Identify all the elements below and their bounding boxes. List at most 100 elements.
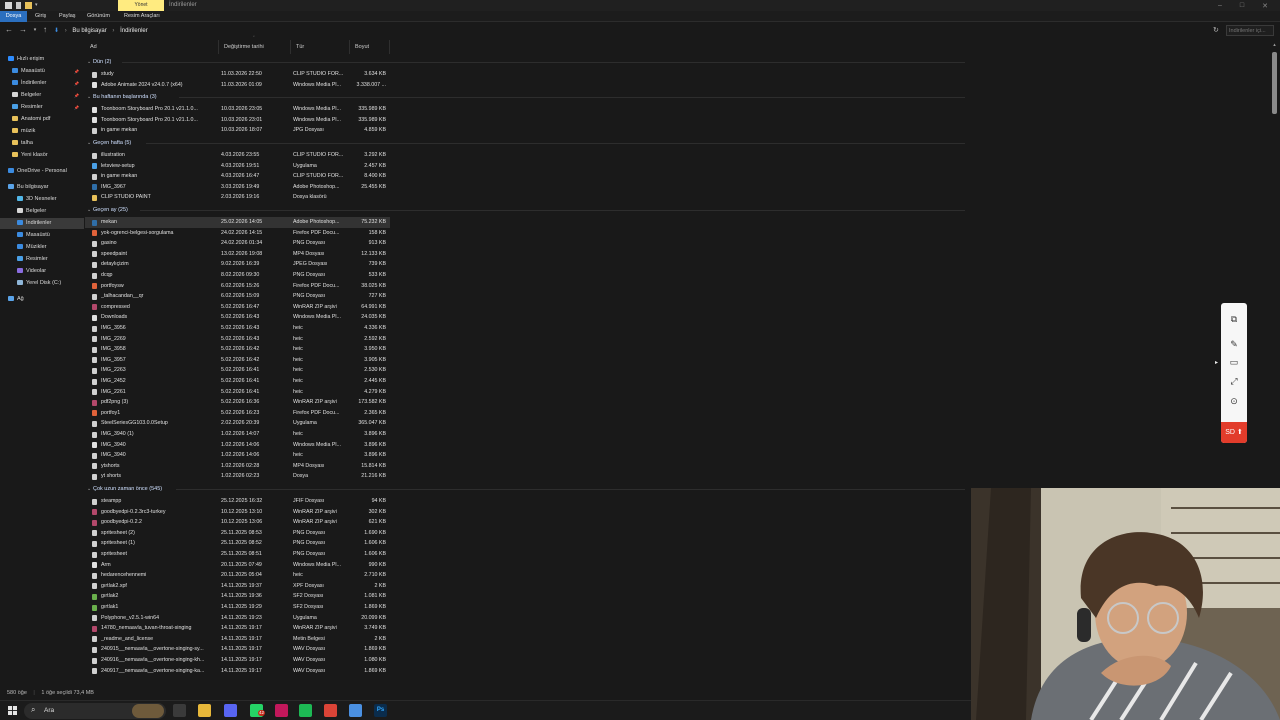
file-row[interactable]: hedarencehennemi 20.11.2025 05:04 heic 2.71… — [85, 570, 390, 581]
sidebar-item[interactable]: OneDrive - Personal — [0, 166, 84, 177]
group-header[interactable]: Bu haftanın başlarında (3) ⌄ — [87, 92, 965, 102]
app-icon[interactable] — [275, 704, 288, 717]
photoshop-icon[interactable]: Ps — [374, 704, 387, 717]
crop-icon[interactable]: ⤢ — [1226, 374, 1242, 388]
file-row[interactable]: 14780_nemaavla_tuvan-throat-singing 14.11… — [85, 623, 390, 634]
search-input[interactable] — [1226, 25, 1274, 36]
breadcrumb-this-pc[interactable]: Bu bilgisayar — [72, 28, 106, 34]
file-row[interactable]: IMG_3956 5.02.2026 16:43 heic 4.336 KB — [85, 323, 390, 334]
chevron-down-icon[interactable]: ⌄ — [87, 205, 91, 215]
sidebar-item[interactable]: Belgeler — [0, 206, 84, 217]
file-row[interactable]: spritesheet (2) 25.11.2025 08:53 PNG Dosya… — [85, 528, 390, 539]
close-icon[interactable]: ✕ — [1262, 2, 1268, 10]
taskbar-search-box[interactable]: ⌕ Ara — [24, 703, 166, 719]
file-row[interactable]: letsview-setup 4.03.2026 19:51 Uygulama 2.4… — [85, 161, 390, 172]
export-icon[interactable]: ⧉ — [1226, 312, 1242, 326]
group-header[interactable]: Çok uzun zaman önce (545) ⌄ — [87, 484, 965, 494]
file-row[interactable]: pdf2png (3) 5.02.2026 16:36 WinRAR ZIP arş… — [85, 397, 390, 408]
file-row[interactable]: IMG_2263 5.02.2026 16:41 heic 2.530 KB — [85, 365, 390, 376]
file-row[interactable]: Toonboom Storyboard Pro 20.1 v21.1.0... 1… — [85, 104, 390, 115]
file-row[interactable]: mekan 25.02.2026 14:05 Adobe Photoshop... 7… — [85, 217, 390, 228]
rectangle-icon[interactable]: ▭ — [1226, 355, 1242, 369]
browser-icon[interactable] — [349, 704, 362, 717]
file-row[interactable]: yok-ogrenci-belgesi-sorgulama 24.02.2026 … — [85, 228, 390, 239]
file-row[interactable]: illustration 4.03.2026 23:55 CLIP STUDIO F… — [85, 150, 390, 161]
file-row[interactable]: IMG_3940 1.02.2026 14:06 Windows Media Pl.… — [85, 440, 390, 451]
tab-file[interactable]: Dosya — [0, 11, 27, 22]
sidebar-item[interactable]: Yeni klasör — [0, 150, 84, 161]
file-row[interactable]: gırtlak1 14.11.2025 19:29 SF2 Dosyası 1.869… — [85, 602, 390, 613]
file-row[interactable]: gırtlak2.xpf 14.11.2025 19:37 XPF Dosyası 2… — [85, 581, 390, 592]
group-header[interactable]: Dün (2) ⌄ — [87, 57, 965, 67]
pen-icon[interactable]: ✎ — [1226, 337, 1242, 351]
chrome-icon[interactable] — [324, 704, 337, 717]
file-row[interactable]: IMG_2452 5.02.2026 16:41 heic 2.445 KB — [85, 376, 390, 387]
collapse-handle-icon[interactable]: ▸ — [1215, 358, 1221, 368]
tab-view[interactable]: Görünüm — [87, 11, 110, 22]
task-view-icon[interactable] — [173, 704, 186, 717]
file-row[interactable]: goodbyedpi-0.2.3rc3-turkey 10.12.2025 13:… — [85, 507, 390, 518]
scrollbar-thumb[interactable] — [1272, 52, 1277, 114]
sidebar-item[interactable]: Yerel Disk (C:) — [0, 278, 84, 289]
file-row[interactable]: SteelSeriesGG103.0.0Setup 2.02.2026 20:39… — [85, 418, 390, 429]
file-row[interactable]: ytshorts 1.02.2026 02:28 MP4 Dosyası 15.814… — [85, 461, 390, 472]
column-date-modified[interactable]: Değiştirme tarihi — [219, 40, 291, 54]
spotify-icon[interactable] — [299, 704, 312, 717]
file-row[interactable]: 240915__nemaavla__overtone-singing-sy...… — [85, 644, 390, 655]
record-button[interactable]: SD ⬆ — [1221, 422, 1247, 443]
file-row[interactable]: gırtlak2 14.11.2025 19:36 SF2 Dosyası 1.081… — [85, 591, 390, 602]
quick-access-dropdown-icon[interactable]: ▾ — [35, 2, 42, 9]
file-row[interactable]: IMG_3940 1.02.2026 14:06 heic 3.896 KB — [85, 450, 390, 461]
file-row[interactable]: CLIP STUDIO PAINT 2.03.2026 19:16 Dosya kl… — [85, 192, 390, 203]
sidebar-item[interactable]: Masaüstü — [0, 230, 84, 241]
column-name[interactable]: Ad — [85, 40, 219, 54]
refresh-icon[interactable]: ↻ — [1213, 26, 1219, 35]
file-explorer-icon[interactable] — [198, 704, 211, 717]
minimize-icon[interactable]: – — [1218, 2, 1222, 9]
new-folder-icon[interactable] — [25, 2, 32, 9]
file-row[interactable]: gasino 24.02.2026 01:34 PNG Dosyası 913 KB — [85, 238, 390, 249]
group-header[interactable]: Geçen hafta (5) ⌄ — [87, 138, 965, 148]
tab-home[interactable]: Giriş — [35, 11, 46, 22]
sidebar-item[interactable]: Müzikler — [0, 242, 84, 253]
file-row[interactable]: steampp 25.12.2025 16:32 JFIF Dosyası 94 KB — [85, 496, 390, 507]
file-row[interactable]: dcqp 8.02.2026 09:30 PNG Dosyası 533 KB — [85, 270, 390, 281]
up-icon[interactable]: ↑ — [40, 25, 50, 35]
file-row[interactable]: spritesheet (1) 25.11.2025 08:52 PNG Dosya… — [85, 538, 390, 549]
chevron-down-icon[interactable]: ⌄ — [87, 92, 91, 102]
sidebar-item[interactable]: İndirilenler — [0, 218, 84, 229]
sidebar-item[interactable]: müzik — [0, 126, 84, 137]
discord-icon[interactable] — [224, 704, 237, 717]
record-circle-icon[interactable]: ⊙ — [1226, 394, 1242, 408]
sidebar-item[interactable]: talha — [0, 138, 84, 149]
file-row[interactable]: Adobe Animate 2024 v24.0.7 (x64) 11.03.20… — [85, 80, 390, 91]
windows-start-icon[interactable] — [8, 706, 17, 715]
file-row[interactable]: Downloads 5.02.2026 16:43 Windows Media Pl… — [85, 312, 390, 323]
sidebar-item[interactable]: Resimler — [0, 254, 84, 265]
sidebar-item[interactable]: Resimler 📌 — [0, 102, 84, 113]
sidebar-item[interactable]: Hızlı erişim — [0, 54, 84, 65]
sidebar-item[interactable]: Masaüstü 📌 — [0, 66, 84, 77]
file-row[interactable]: 240917__nemaavla__overtone-singing-ka...… — [85, 666, 390, 677]
sidebar-item[interactable]: Anatomi pdf — [0, 114, 84, 125]
sidebar-item[interactable]: Videolar — [0, 266, 84, 277]
file-row[interactable]: study 11.03.2026 22:50 CLIP STUDIO FOR... 3… — [85, 69, 390, 80]
breadcrumb[interactable]: ⬇ › Bu bilgisayar › İndirilenler — [54, 26, 1209, 36]
file-row[interactable]: Toonboom Storyboard Pro 20.1 v21.1.0... 1… — [85, 115, 390, 126]
recent-locations-icon[interactable]: ▾ — [30, 25, 40, 35]
sidebar-item[interactable]: Bu bilgisayar — [0, 182, 84, 193]
sidebar-item[interactable]: Ağ — [0, 294, 84, 305]
file-row[interactable]: speedpaint 13.02.2026 19:08 MP4 Dosyası 12.… — [85, 249, 390, 260]
sidebar-item[interactable]: İndirilenler 📌 — [0, 78, 84, 89]
forward-icon[interactable]: → — [18, 25, 28, 35]
file-row[interactable]: IMG_3958 5.02.2026 16:42 heic 3.950 KB — [85, 344, 390, 355]
breadcrumb-downloads[interactable]: İndirilenler — [120, 28, 148, 34]
file-row[interactable]: _readme_and_license 14.11.2025 19:17 Metin… — [85, 634, 390, 645]
file-row[interactable]: portfoy1 5.02.2026 16:23 Firefox PDF Docu.… — [85, 408, 390, 419]
file-row[interactable]: Arm 20.11.2025 07:49 Windows Media Pl... 99… — [85, 560, 390, 571]
column-type[interactable]: Tür — [291, 40, 350, 54]
file-row[interactable]: in game mekan 10.03.2026 18:07 JPG Dosyası… — [85, 125, 390, 136]
properties-icon[interactable] — [16, 2, 21, 9]
sidebar-item[interactable]: Belgeler 📌 — [0, 90, 84, 101]
column-size[interactable]: Boyut — [350, 40, 390, 54]
